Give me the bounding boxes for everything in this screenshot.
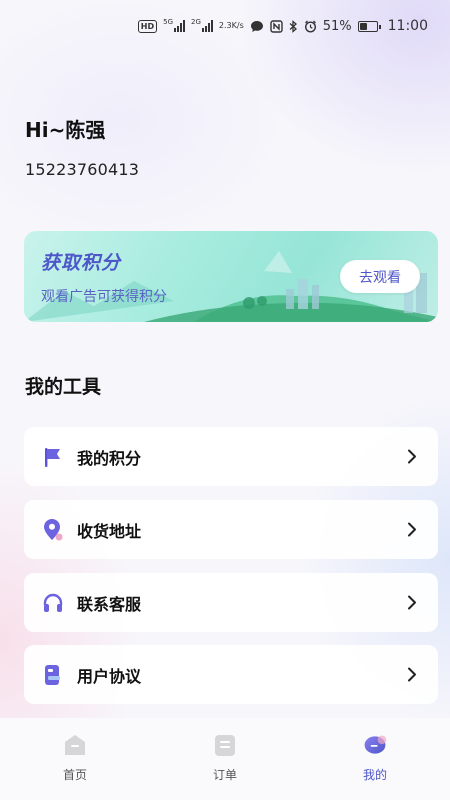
tool-item-agreement[interactable]: 用户协议 [24, 645, 438, 704]
tab-label: 首页 [62, 768, 87, 782]
speed-value: 2.3 [218, 21, 232, 30]
tab-label: 订单 [212, 768, 237, 782]
banner-title: 获取积分 [41, 252, 122, 274]
tab-profile[interactable]: 我的 [300, 718, 450, 800]
tool-item-label: 收货地址 [77, 521, 142, 541]
tool-item-label: 联系客服 [77, 594, 142, 614]
profile-icon [362, 732, 388, 758]
tools-section-title: 我的工具 [25, 376, 102, 398]
chevron-right-icon [406, 595, 418, 611]
battery-icon [357, 20, 381, 32]
order-icon [212, 732, 238, 758]
greeting: Hi~陈强 [25, 118, 106, 142]
headset-icon [41, 591, 65, 615]
tool-item-address[interactable]: 收货地址 [24, 500, 438, 559]
bluetooth-icon [289, 19, 298, 33]
banner-subtitle: 观看广告可获得积分 [41, 289, 167, 305]
flag-icon [41, 445, 65, 469]
phone-number: 15223760413 [25, 160, 140, 179]
tool-item-points[interactable]: 我的积分 [24, 427, 438, 486]
document-icon [41, 663, 65, 687]
alarm-icon [304, 20, 317, 33]
speed-unit: K/s [231, 21, 244, 30]
battery-fill [359, 22, 368, 30]
bottom-tab-bar: 首页 订单 我的 [0, 718, 450, 800]
status-bar: HD 5G 2G 2.3 K/s 51% 11:00 [0, 0, 450, 52]
chevron-right-icon [406, 449, 418, 465]
points-banner[interactable]: 获取积分 观看广告可获得积分 去观看 [24, 231, 438, 322]
signal-2g-icon: 2G [191, 18, 213, 32]
chevron-right-icon [406, 522, 418, 538]
tab-label: 我的 [362, 768, 387, 782]
tab-orders[interactable]: 订单 [150, 718, 300, 800]
sim1-label: 5G [163, 18, 173, 26]
sim2-label: 2G [191, 18, 201, 26]
home-icon [62, 732, 88, 758]
watch-ad-button[interactable]: 去观看 [340, 260, 420, 293]
tool-item-label: 用户协议 [77, 666, 142, 686]
hd-icon: HD [137, 19, 158, 33]
signal-5g-icon: 5G [163, 18, 185, 32]
network-speed: 2.3 K/s [219, 22, 244, 30]
tab-home[interactable]: 首页 [0, 718, 150, 800]
tool-item-label: 我的积分 [77, 448, 142, 468]
tool-item-support[interactable]: 联系客服 [24, 573, 438, 632]
chevron-right-icon [406, 667, 418, 683]
nfc-icon [270, 19, 283, 33]
message-icon [250, 20, 264, 33]
location-pin-icon [41, 518, 65, 542]
battery-percent: 51% [322, 18, 352, 34]
clock: 11:00 [387, 18, 428, 34]
